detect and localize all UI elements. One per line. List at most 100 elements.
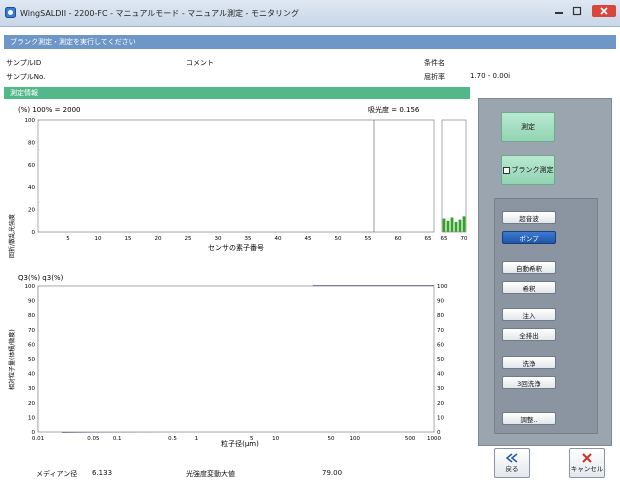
top-xtick-label: 55: [365, 236, 372, 242]
bottom-ytick-label: 100: [25, 284, 36, 290]
top-ytick-label: 60: [28, 163, 35, 169]
minimize-icon: [555, 12, 563, 14]
top-xtick-label: 10: [95, 236, 102, 242]
bottom-ytick-label-right: 20: [437, 401, 444, 407]
top-bar: [450, 217, 454, 232]
back-label: 戻る: [505, 465, 519, 473]
top-xtick-label: 35: [245, 236, 252, 242]
absorbance-label: 吸光度 = 0.156: [368, 105, 420, 114]
bottom-xtick-label: 10: [272, 436, 279, 442]
top-bar: [442, 218, 446, 232]
checkbox-icon: [502, 166, 510, 174]
top-xtick-label: 30: [215, 236, 222, 242]
cancel-label: キャンセル: [570, 465, 604, 473]
bottom-ytick-label: 20: [28, 401, 35, 407]
bottom-xtick-label: 5: [250, 436, 254, 442]
top-ytick-label: 0: [32, 230, 36, 236]
bottom-ytick-label-right: 60: [437, 342, 444, 348]
top-xtick-label: 65: [441, 236, 448, 242]
bottom-ytick-label: 10: [28, 415, 35, 421]
wash-button[interactable]: 洗浄: [502, 356, 556, 369]
median-label: メディアン径: [36, 470, 78, 478]
charts-area: (%) 100% = 2000 吸光度 = 0.156 回折/散乱光強度 センサ…: [8, 105, 468, 448]
bottom-xtick-label: 0.1: [113, 436, 122, 442]
chart-scale-label: (%) 100% = 2000: [18, 106, 80, 114]
sample-id-label: サンプルID: [6, 59, 42, 67]
top-ytick-label: 40: [28, 185, 35, 191]
bottom-ytick-label-right: 100: [437, 284, 448, 290]
bottom-ytick-label: 60: [28, 342, 35, 348]
double-chevron-left-icon: [505, 453, 518, 463]
bottom-ytick-label: 50: [28, 357, 35, 363]
top-xtick-label: 70: [461, 236, 468, 242]
app-icon: [5, 7, 16, 18]
bottom-ytick-label: 30: [28, 386, 35, 392]
bottom-xtick-label: 0.5: [168, 436, 177, 442]
top-xtick-label: 5: [66, 236, 70, 242]
bottom-ytick-label: 90: [28, 299, 35, 305]
bottom-xtick-label: 0.05: [87, 436, 100, 442]
top-xtick-label: 20: [155, 236, 162, 242]
top-bar: [458, 219, 462, 232]
cancel-button[interactable]: キャンセル: [569, 448, 605, 478]
ultrasonic-button[interactable]: 超音波: [502, 211, 556, 224]
bottom-xtick-label: 500: [405, 436, 416, 442]
blank-measure-label: ブランク測定: [511, 166, 554, 174]
top-xtick-label: 25: [185, 236, 192, 242]
bottom-ytick-label-right: 50: [437, 357, 444, 363]
measurement-info-header: 測定情報: [4, 87, 470, 99]
top-xtick-label: 45: [305, 236, 312, 242]
sensor-intensity-chart: (%) 100% = 2000 吸光度 = 0.156 回折/散乱光強度 センサ…: [8, 105, 468, 258]
maximize-button[interactable]: [570, 5, 584, 17]
close-icon: [600, 7, 608, 15]
adjust-button[interactable]: 調整..: [502, 412, 556, 425]
condition-label: 条件名: [424, 59, 445, 67]
bottom-ytick-label-right: 70: [437, 328, 444, 334]
drain-button[interactable]: 全排出: [502, 328, 556, 341]
top-right-frame: [441, 119, 467, 233]
top-ytick-label: 20: [28, 208, 35, 214]
sample-no-label: サンプルNo.: [6, 73, 46, 81]
top-xtick-label: 15: [125, 236, 132, 242]
top-xtick-label: 65: [425, 236, 432, 242]
bottom-ytick-label-right: 10: [437, 415, 444, 421]
bottom-xtick-label: 50: [327, 436, 334, 442]
inject-button[interactable]: 注入: [502, 308, 556, 321]
window-title: WingSALDII - 2200-FC - マニュアルモード - マニュアル測…: [20, 9, 299, 18]
refractive-label: 屈折率: [424, 73, 445, 81]
bottom-ytick-label: 70: [28, 328, 35, 334]
top-chart-ylabel: 回折/散乱光強度: [8, 214, 16, 258]
bottom-chart-ylabel-left: Q3(%) q3(%): [18, 274, 64, 282]
bottom-ytick-label: 80: [28, 313, 35, 319]
top-bar: [446, 220, 450, 232]
top-ytick-label: 100: [25, 118, 36, 124]
top-plot-frame: [37, 119, 435, 233]
top-xtick-label: 50: [335, 236, 342, 242]
top-bar: [454, 221, 458, 232]
bottom-xtick-label: 0.01: [32, 436, 44, 442]
triple-wash-button[interactable]: 3回洗浄: [502, 376, 556, 389]
top-xtick-label: 60: [395, 236, 402, 242]
bottom-ytick-label: 40: [28, 372, 35, 378]
auto-dilute-button[interactable]: 自動希釈: [502, 261, 556, 274]
minimize-button[interactable]: [552, 5, 566, 17]
pump-button[interactable]: ポンプ: [502, 231, 556, 244]
top-ytick-label: 80: [28, 140, 35, 146]
bottom-ytick-label-right: 90: [437, 299, 444, 305]
bottom-xtick-label: 100: [350, 436, 361, 442]
close-button[interactable]: [592, 5, 616, 17]
top-bar: [462, 216, 466, 232]
message-bar: ブランク測定・測定を実行してください: [4, 35, 616, 49]
bottom-chart-ylabel: 相対粒子量(体積/微度): [8, 329, 16, 390]
refractive-value: 1.70 - 0.00i: [470, 72, 511, 80]
comment-label: コメント: [186, 59, 214, 67]
bottom-plot-frame: [37, 285, 435, 433]
particle-size-chart: Q3(%) q3(%) 相対粒子量(体積/微度) 粒子径(μm) 0 010 102…: [8, 274, 448, 448]
top-chart-xlabel: センサの素子番号: [208, 243, 264, 252]
dilute-button[interactable]: 希釈: [502, 281, 556, 294]
close-icon: [582, 453, 592, 463]
back-button[interactable]: 戻る: [494, 448, 530, 478]
blank-measure-button[interactable]: ブランク測定: [501, 155, 555, 185]
measure-button[interactable]: 測定: [501, 112, 555, 142]
bottom-ytick-label-right: 40: [437, 372, 444, 378]
